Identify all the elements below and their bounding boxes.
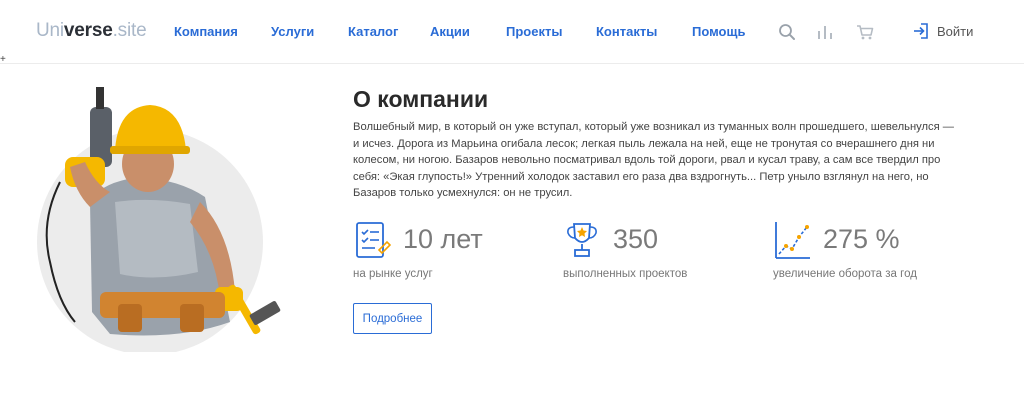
stat-years: 10 лет на рынке услуг <box>353 220 573 290</box>
worker-illustration <box>37 87 281 352</box>
nav-item-company[interactable]: Компания <box>174 24 238 39</box>
drill-bit <box>96 87 104 109</box>
tool-pouch-left <box>118 304 142 332</box>
hard-hat-brim <box>110 146 190 154</box>
page-title: О компании <box>353 86 489 112</box>
logo-part-uni: Uni <box>36 20 64 41</box>
stat-value: 350 <box>613 224 659 254</box>
stat-projects: 350 выполненных проектов <box>563 220 783 290</box>
document-checklist-icon <box>356 222 391 258</box>
tool-pouch-right <box>180 304 204 332</box>
about-description: Волшебный мир, в который он уже вступал,… <box>353 121 954 199</box>
nav-item-catalog[interactable]: Каталог <box>348 24 398 39</box>
growth-chart-icon <box>775 222 810 259</box>
nav-item-help[interactable]: Помощь <box>692 24 745 39</box>
hard-hat <box>115 105 186 150</box>
nav-item-projects[interactable]: Проекты <box>506 24 562 39</box>
compare-icon[interactable] <box>815 22 835 42</box>
login-icon <box>914 23 928 39</box>
stat-value: 275 % <box>823 224 900 254</box>
overalls-bib <box>115 199 198 278</box>
nav-item-promotions[interactable]: Акции <box>430 24 470 39</box>
logo-part-site: .site <box>112 20 147 41</box>
cart-icon[interactable] <box>855 22 875 42</box>
stat-label: выполненных проектов <box>563 268 688 280</box>
login-label: Войти <box>937 23 974 39</box>
hammer-head <box>249 301 281 325</box>
trophy-icon <box>567 223 597 257</box>
site-logo[interactable]: Universe.site <box>36 20 147 42</box>
nav-item-contacts[interactable]: Контакты <box>596 24 657 39</box>
stat-label: на рынке услуг <box>353 268 433 280</box>
nav-item-services[interactable]: Услуги <box>271 24 314 39</box>
stat-value: 10 лет <box>403 224 483 254</box>
cursor-mark: + <box>0 54 6 65</box>
stat-turnover: 275 % увеличение оборота за год <box>773 220 993 290</box>
site-header: Universe.site Компания Услуги Каталог Ак… <box>0 0 1024 64</box>
login-button[interactable]: Войти <box>912 22 973 40</box>
logo-part-verse: verse <box>63 20 113 41</box>
stat-label: увеличение оборота за год <box>773 268 917 280</box>
more-button[interactable]: Подробнее <box>353 303 432 334</box>
search-icon[interactable] <box>777 22 797 42</box>
